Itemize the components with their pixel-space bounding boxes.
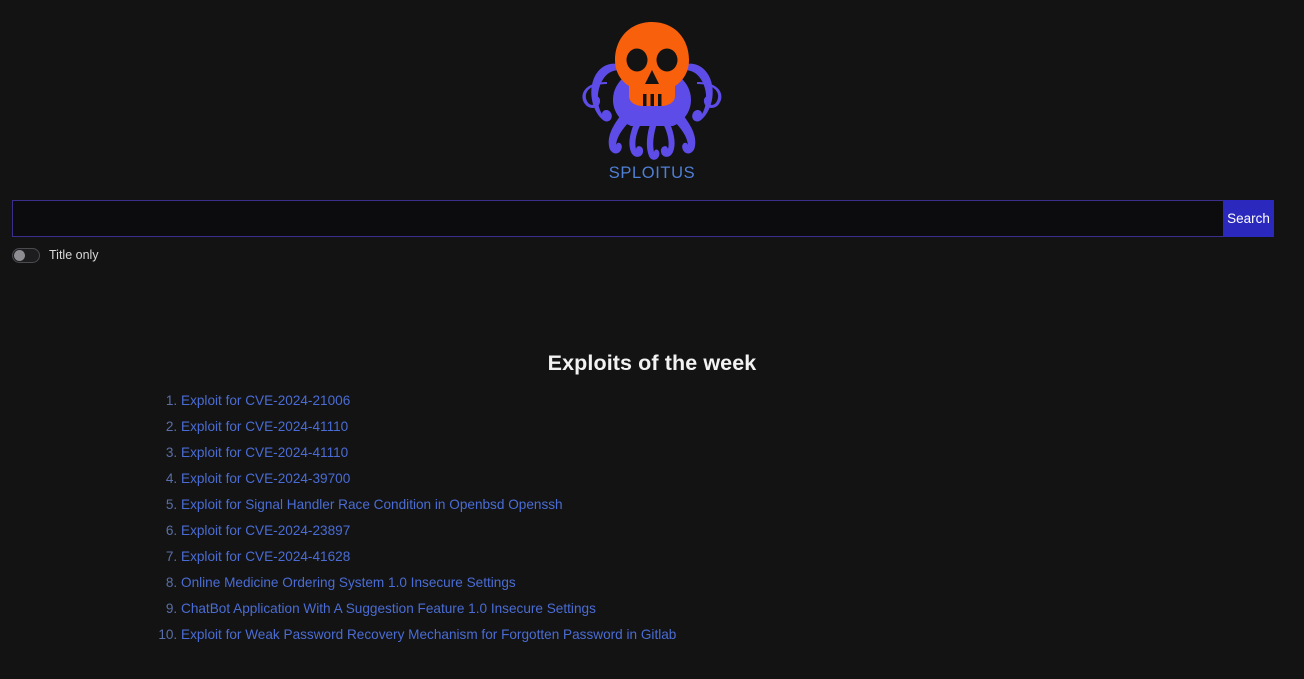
- toggle-knob: [14, 249, 25, 261]
- exploit-link[interactable]: Exploit for Signal Handler Race Conditio…: [181, 497, 563, 512]
- exploit-link[interactable]: Exploit for CVE-2024-41110: [181, 419, 348, 434]
- list-item: Exploit for Signal Handler Race Conditio…: [181, 492, 1145, 518]
- exploit-link[interactable]: Exploit for CVE-2024-39700: [181, 471, 350, 486]
- list-item: Exploit for CVE-2024-41110: [181, 414, 1145, 440]
- list-item: Exploit for CVE-2024-41628: [181, 544, 1145, 570]
- skull-eye-left: [626, 48, 648, 72]
- exploit-link[interactable]: Exploit for Weak Password Recovery Mecha…: [181, 627, 676, 642]
- search-button[interactable]: Search: [1223, 200, 1274, 237]
- list-item: ChatBot Application With A Suggestion Fe…: [181, 596, 1145, 622]
- list-item: Exploit for CVE-2024-21006: [181, 388, 1145, 414]
- list-item: Exploit for CVE-2024-23897: [181, 518, 1145, 544]
- brand-name: SPLOITUS: [608, 164, 696, 182]
- title-only-toggle[interactable]: [12, 247, 40, 263]
- exploit-link[interactable]: ChatBot Application With A Suggestion Fe…: [181, 601, 596, 616]
- exploit-link[interactable]: Exploit for CVE-2024-41110: [181, 445, 348, 460]
- list-item: Exploit for CVE-2024-41110: [181, 440, 1145, 466]
- title-only-label: Title only: [49, 248, 99, 262]
- exploits-of-the-week-list: Exploit for CVE-2024-21006 Exploit for CV…: [159, 388, 1145, 648]
- main-content: Exploits of the week Exploit for CVE-202…: [0, 351, 1304, 648]
- search-input[interactable]: [12, 200, 1223, 237]
- site-header: SPLOITUS: [0, 0, 1304, 183]
- exploit-link[interactable]: Online Medicine Ordering System 1.0 Inse…: [181, 575, 516, 590]
- list-item: Online Medicine Ordering System 1.0 Inse…: [181, 570, 1145, 596]
- exploit-link[interactable]: Exploit for CVE-2024-23897: [181, 523, 350, 538]
- title-only-row: Title only: [0, 245, 1304, 265]
- search-bar: Search: [0, 200, 1304, 237]
- sploitus-logo[interactable]: [577, 14, 727, 162]
- exploit-link[interactable]: Exploit for CVE-2024-21006: [181, 393, 350, 408]
- page-title: Exploits of the week: [547, 351, 757, 375]
- search-row-spacer: [1274, 200, 1304, 237]
- list-item: Exploit for Weak Password Recovery Mecha…: [181, 622, 1145, 648]
- list-item: Exploit for CVE-2024-39700: [181, 466, 1145, 492]
- exploit-link[interactable]: Exploit for CVE-2024-41628: [181, 549, 350, 564]
- skull-eye-right: [656, 48, 678, 72]
